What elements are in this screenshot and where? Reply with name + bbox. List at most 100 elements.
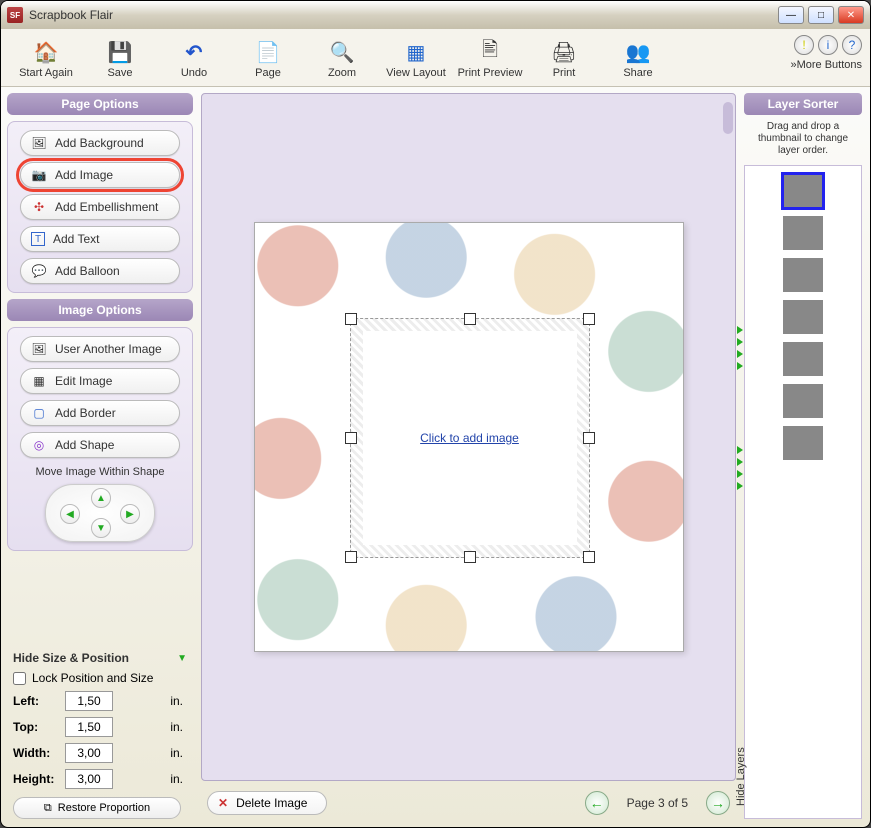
maximize-button[interactable]: □ <box>808 6 834 24</box>
resize-handle-tl[interactable] <box>345 313 357 325</box>
canvas-footer: ✕Delete Image ← Page 3 of 5 → <box>201 787 736 819</box>
resize-handle-ml[interactable] <box>345 432 357 444</box>
move-image-label: Move Image Within Shape <box>35 466 164 478</box>
layer-thumbnail[interactable] <box>783 342 823 376</box>
chevron-down-icon: ▼ <box>177 653 187 664</box>
click-to-add-image-link[interactable]: Click to add image <box>420 431 519 445</box>
layer-list: Hide Layers <box>744 165 862 819</box>
layer-panel: Layer Sorter Drag and drop a thumbnail t… <box>744 93 862 819</box>
print-preview-button[interactable]: 🖹Print Preview <box>453 33 527 85</box>
lock-label: Lock Position and Size <box>32 671 153 685</box>
close-button[interactable]: ✕ <box>838 6 864 24</box>
resize-handle-bm[interactable] <box>464 551 476 563</box>
unit-label: in. <box>170 694 183 708</box>
app-window: SF Scrapbook Flair — □ ✕ 🏠Start Again 💾S… <box>0 0 871 828</box>
layer-sorter-header: Layer Sorter <box>744 93 862 115</box>
add-text-button[interactable]: TAdd Text <box>20 226 180 252</box>
background-icon: 🖼 <box>31 135 47 151</box>
edit-icon: ▦ <box>31 373 47 389</box>
add-balloon-button[interactable]: 💬Add Balloon <box>20 258 180 284</box>
undo-button[interactable]: ↶Undo <box>157 33 231 85</box>
undo-icon: ↶ <box>181 39 207 65</box>
x-icon: ✕ <box>218 796 228 810</box>
next-page-button[interactable]: → <box>706 791 730 815</box>
layer-thumbnail[interactable] <box>783 258 823 292</box>
height-input[interactable] <box>65 769 113 789</box>
left-input[interactable] <box>65 691 113 711</box>
layer-hint: Drag and drop a thumbnail to change laye… <box>744 119 862 161</box>
app-icon: SF <box>7 7 23 23</box>
lock-checkbox[interactable] <box>13 672 26 685</box>
width-input[interactable] <box>65 743 113 763</box>
page-canvas[interactable]: Click to add image <box>254 222 684 652</box>
move-right-button[interactable]: ▶ <box>120 504 140 524</box>
print-icon: 🖨 <box>551 39 577 65</box>
layer-thumbnail[interactable] <box>783 426 823 460</box>
size-position-header[interactable]: Hide Size & Position▼ <box>13 651 187 665</box>
scrollbar-thumb[interactable] <box>723 102 733 134</box>
page-icon: 📄 <box>255 39 281 65</box>
add-image-button[interactable]: 📷Add Image <box>20 162 180 188</box>
prev-page-button[interactable]: ← <box>585 791 609 815</box>
share-button[interactable]: 👥Share <box>601 33 675 85</box>
start-again-button[interactable]: 🏠Start Again <box>9 33 83 85</box>
more-buttons-link[interactable]: »More Buttons <box>790 59 862 71</box>
restore-proportion-button[interactable]: ⧉Restore Proportion <box>13 797 181 819</box>
print-button[interactable]: 🖨Print <box>527 33 601 85</box>
minimize-button[interactable]: — <box>778 6 804 24</box>
layer-arrows <box>737 326 743 370</box>
info-button[interactable]: i <box>818 35 838 55</box>
window-title: Scrapbook Flair <box>29 8 113 22</box>
width-label: Width: <box>13 746 61 760</box>
top-input[interactable] <box>65 717 113 737</box>
camera-icon: 📷 <box>31 167 47 183</box>
zoom-button[interactable]: 🔍Zoom <box>305 33 379 85</box>
view-layout-button[interactable]: ▦View Layout <box>379 33 453 85</box>
move-left-button[interactable]: ◀ <box>60 504 80 524</box>
resize-handle-tr[interactable] <box>583 313 595 325</box>
layer-arrows <box>737 446 743 490</box>
balloon-icon: 💬 <box>31 263 47 279</box>
use-another-image-button[interactable]: 🖼User Another Image <box>20 336 180 362</box>
page-button[interactable]: 📄Page <box>231 33 305 85</box>
resize-handle-br[interactable] <box>583 551 595 563</box>
resize-handle-mr[interactable] <box>583 432 595 444</box>
hide-layers-toggle[interactable]: Hide Layers <box>735 747 747 806</box>
page-indicator: Page 3 of 5 <box>627 796 688 810</box>
main-toolbar: 🏠Start Again 💾Save ↶Undo 📄Page 🔍Zoom ▦Vi… <box>1 29 870 87</box>
text-icon: T <box>31 232 45 246</box>
home-icon: 🏠 <box>33 39 59 65</box>
help-button[interactable]: ? <box>842 35 862 55</box>
restore-icon: ⧉ <box>44 802 52 815</box>
zoom-icon: 🔍 <box>329 39 355 65</box>
add-embellishment-button[interactable]: ✣Add Embellishment <box>20 194 180 220</box>
app-body: Page Options 🖼Add Background 📷Add Image … <box>1 87 870 827</box>
layer-thumbnail[interactable] <box>783 174 823 208</box>
resize-handle-bl[interactable] <box>345 551 357 563</box>
shape-icon: ◎ <box>31 437 47 453</box>
resize-handle-tm[interactable] <box>464 313 476 325</box>
layer-thumbnail[interactable] <box>783 216 823 250</box>
page-options-header: Page Options <box>7 93 193 115</box>
add-border-button[interactable]: ▢Add Border <box>20 400 180 426</box>
image-icon: 🖼 <box>31 341 47 357</box>
edit-image-button[interactable]: ▦Edit Image <box>20 368 180 394</box>
move-up-button[interactable]: ▲ <box>91 488 111 508</box>
hint-button[interactable]: ! <box>794 35 814 55</box>
delete-image-button[interactable]: ✕Delete Image <box>207 791 327 815</box>
add-shape-button[interactable]: ◎Add Shape <box>20 432 180 458</box>
embellishment-icon: ✣ <box>31 199 47 215</box>
layer-thumbnail[interactable] <box>783 300 823 334</box>
top-label: Top: <box>13 720 61 734</box>
save-icon: 💾 <box>107 39 133 65</box>
page-options-panel: 🖼Add Background 📷Add Image ✣Add Embellis… <box>7 121 193 293</box>
image-placeholder[interactable]: Click to add image <box>350 318 590 558</box>
border-icon: ▢ <box>31 405 47 421</box>
titlebar: SF Scrapbook Flair — □ ✕ <box>1 1 870 29</box>
canvas-frame: Click to add image <box>201 93 736 781</box>
move-dpad: ▲ ▼ ◀ ▶ <box>45 484 155 542</box>
save-button[interactable]: 💾Save <box>83 33 157 85</box>
layer-thumbnail[interactable] <box>783 384 823 418</box>
add-background-button[interactable]: 🖼Add Background <box>20 130 180 156</box>
move-down-button[interactable]: ▼ <box>91 518 111 538</box>
